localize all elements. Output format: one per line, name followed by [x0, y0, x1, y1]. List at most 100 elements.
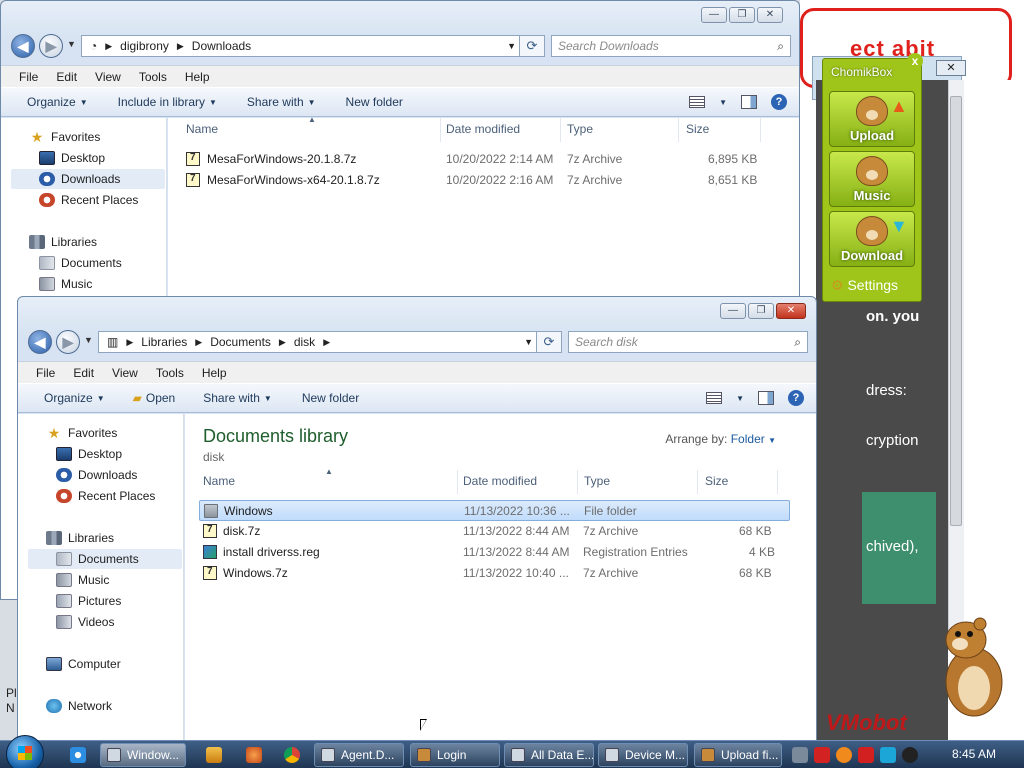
clock[interactable]: 8:45 AM: [952, 747, 996, 761]
preview-pane-icon[interactable]: [741, 95, 757, 109]
back-button[interactable]: ◀: [28, 330, 52, 354]
nav-libraries[interactable]: Libraries: [46, 528, 114, 548]
nav-documents[interactable]: Documents: [39, 253, 122, 273]
help-icon[interactable]: ?: [771, 94, 787, 110]
internet-explorer-icon[interactable]: [70, 747, 86, 763]
chomikbox-upload-button[interactable]: ▲ Upload: [829, 91, 915, 147]
breadcrumb-digibrony[interactable]: digibrony: [120, 39, 169, 53]
menu-file[interactable]: File: [36, 366, 55, 380]
refresh-button[interactable]: ⟳: [519, 35, 545, 57]
tray-network-icon[interactable]: [880, 747, 896, 763]
chomikbox-settings[interactable]: ⚙ Settings: [831, 277, 898, 294]
nav-downloads[interactable]: Downloads: [56, 465, 137, 485]
views-icon[interactable]: [706, 392, 723, 404]
arrange-by[interactable]: Arrange by: Folder ▼: [665, 432, 776, 446]
maximize-button[interactable]: ❐: [748, 303, 774, 319]
nav-recent-places[interactable]: Recent Places: [39, 190, 138, 210]
tray-flag-icon[interactable]: [858, 747, 874, 763]
column-date-modified[interactable]: Date modified: [463, 474, 537, 488]
tray-antivirus-icon[interactable]: [814, 747, 830, 763]
file-row[interactable]: disk.7z 11/13/2022 8:44 AM 7z Archive 68…: [199, 521, 790, 542]
nav-downloads[interactable]: Downloads: [11, 169, 165, 189]
address-dropdown[interactable]: ▼: [524, 337, 533, 347]
taskbar-button-device-manager[interactable]: Device M...: [598, 743, 688, 767]
forward-button[interactable]: ▶: [56, 330, 80, 354]
file-row[interactable]: Windows.7z 11/13/2022 10:40 ... 7z Archi…: [199, 563, 790, 584]
chevron-down-icon[interactable]: ▼: [736, 394, 744, 403]
file-row[interactable]: MesaForWindows-20.1.8.7z 10/20/2022 2:14…: [182, 149, 769, 170]
background-scroll-thumb[interactable]: [950, 96, 962, 526]
nav-favorites[interactable]: ★ Favorites: [29, 127, 101, 147]
column-size[interactable]: Size: [686, 122, 709, 136]
refresh-button[interactable]: ⟳: [536, 331, 562, 353]
column-type[interactable]: Type: [567, 122, 593, 136]
organize-button[interactable]: Organize ▼: [44, 391, 105, 405]
chevron-down-icon[interactable]: ▼: [719, 98, 727, 107]
nav-favorites[interactable]: ★ Favorites: [46, 423, 118, 443]
column-type[interactable]: Type: [584, 474, 610, 488]
nav-videos[interactable]: Videos: [56, 612, 114, 632]
tray-volume-icon[interactable]: [902, 747, 918, 763]
new-folder-button[interactable]: New folder: [346, 95, 403, 109]
taskbar-button-upload[interactable]: Upload fi...: [694, 743, 782, 767]
chrome-icon[interactable]: [284, 747, 300, 763]
nav-music[interactable]: Music: [56, 570, 109, 590]
menu-view[interactable]: View: [112, 366, 138, 380]
taskbar-button-login[interactable]: Login: [410, 743, 500, 767]
background-close-button[interactable]: ✕: [936, 60, 966, 76]
column-name[interactable]: Name: [203, 474, 235, 488]
taskbar-button-all-data[interactable]: All Data E...: [504, 743, 594, 767]
maximize-button[interactable]: ❐: [729, 7, 755, 23]
nav-desktop[interactable]: Desktop: [56, 444, 122, 464]
file-row[interactable]: MesaForWindows-x64-20.1.8.7z 10/20/2022 …: [182, 170, 769, 191]
menu-help[interactable]: Help: [202, 366, 227, 380]
minimize-button[interactable]: —: [701, 7, 727, 23]
menu-tools[interactable]: Tools: [156, 366, 184, 380]
background-scrollbar[interactable]: [948, 80, 964, 640]
nav-desktop[interactable]: Desktop: [39, 148, 105, 168]
column-name[interactable]: Name: [186, 122, 218, 136]
share-with-button[interactable]: Share with ▼: [203, 391, 272, 405]
help-icon[interactable]: ?: [788, 390, 804, 406]
new-folder-button[interactable]: New folder: [302, 391, 359, 405]
recent-pages-dropdown[interactable]: ▼: [67, 39, 76, 49]
menu-help[interactable]: Help: [185, 70, 210, 84]
app-icon[interactable]: [246, 747, 262, 763]
address-bar[interactable]: ◔ ▶ digibrony ▶ Downloads ▼: [81, 35, 523, 57]
open-button[interactable]: ▰ Open: [133, 391, 176, 405]
file-row[interactable]: Windows 11/13/2022 10:36 ... File folder: [199, 500, 790, 521]
menu-tools[interactable]: Tools: [139, 70, 167, 84]
breadcrumb-disk[interactable]: disk: [294, 335, 315, 349]
share-with-button[interactable]: Share with ▼: [247, 95, 316, 109]
include-in-library-button[interactable]: Include in library ▼: [118, 95, 217, 109]
back-button[interactable]: ◀: [11, 34, 35, 58]
forward-button[interactable]: ▶: [39, 34, 63, 58]
file-row[interactable]: install driverss.reg 11/13/2022 8:44 AM …: [199, 542, 790, 563]
chomikbox-close-button[interactable]: x: [907, 53, 923, 69]
taskbar-button-agent[interactable]: Agent.D...: [314, 743, 404, 767]
start-button[interactable]: [6, 735, 44, 768]
column-date-modified[interactable]: Date modified: [446, 122, 520, 136]
media-player-icon[interactable]: [206, 747, 222, 763]
preview-pane-icon[interactable]: [758, 391, 774, 405]
nav-network[interactable]: Network: [46, 696, 112, 716]
breadcrumb-downloads[interactable]: Downloads: [192, 39, 251, 53]
search-input[interactable]: Search Downloads ⌕: [551, 35, 791, 57]
column-size[interactable]: Size: [705, 474, 728, 488]
chomikbox-music-button[interactable]: Music: [829, 151, 915, 207]
nav-pictures[interactable]: Pictures: [56, 591, 121, 611]
recent-pages-dropdown[interactable]: ▼: [84, 335, 93, 345]
menu-edit[interactable]: Edit: [56, 70, 77, 84]
menu-edit[interactable]: Edit: [73, 366, 94, 380]
address-dropdown[interactable]: ▼: [507, 41, 516, 51]
nav-libraries[interactable]: Libraries: [29, 232, 97, 252]
taskbar-button-explorer[interactable]: Window...: [100, 743, 186, 767]
nav-music[interactable]: Music: [39, 274, 92, 294]
breadcrumb-libraries[interactable]: Libraries: [141, 335, 187, 349]
breadcrumb-documents[interactable]: Documents: [210, 335, 271, 349]
tray-icon[interactable]: [792, 747, 808, 763]
close-button[interactable]: ✕: [757, 7, 783, 23]
nav-computer[interactable]: Computer: [46, 654, 121, 674]
chomikbox-download-button[interactable]: ▼ Download: [829, 211, 915, 267]
tray-search-icon[interactable]: [836, 747, 852, 763]
